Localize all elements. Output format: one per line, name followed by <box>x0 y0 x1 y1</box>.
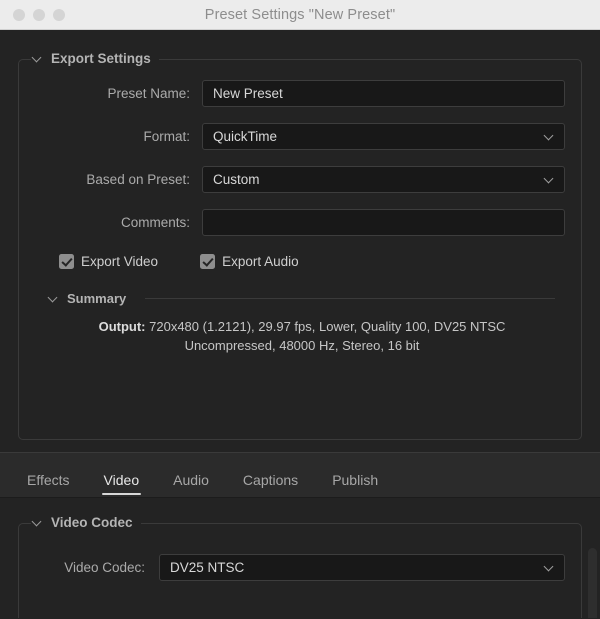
chevron-down-icon <box>545 175 553 183</box>
window-titlebar: Preset Settings "New Preset" <box>0 0 600 30</box>
tab-video[interactable]: Video <box>87 472 157 497</box>
based-on-preset-row: Based on Preset: Custom <box>33 166 567 193</box>
based-on-preset-value: Custom <box>213 172 260 187</box>
video-codec-group-header[interactable]: Video Codec <box>31 515 141 530</box>
based-on-preset-select[interactable]: Custom <box>202 166 565 193</box>
export-toggles-row: Export Video Export Audio <box>59 254 567 269</box>
format-row: Format: QuickTime <box>33 123 567 150</box>
summary-text: Output: 720x480 (1.2121), 29.97 fps, Low… <box>49 317 555 355</box>
checkmark-icon[interactable] <box>200 254 216 269</box>
summary-output-label: Output: <box>98 319 146 334</box>
chevron-down-icon[interactable] <box>33 54 42 63</box>
comments-row: Comments: <box>33 209 567 236</box>
video-tab-pane: Video Codec Video Codec: DV25 NTSC <box>0 498 600 618</box>
video-codec-row: Video Codec: DV25 NTSC <box>33 554 567 581</box>
summary-line-2: Uncompressed, 48000 Hz, Stereo, 16 bit <box>184 338 420 353</box>
traffic-light-group <box>13 8 65 21</box>
comments-input[interactable] <box>202 209 565 236</box>
tab-captions[interactable]: Captions <box>226 472 315 497</box>
export-settings-group-header[interactable]: Export Settings <box>31 51 159 66</box>
export-video-checkbox[interactable]: Export Video <box>59 254 158 269</box>
vertical-scrollbar[interactable] <box>588 548 597 618</box>
tab-publish[interactable]: Publish <box>315 472 395 497</box>
preset-name-value: New Preset <box>213 86 283 101</box>
minimize-button-icon[interactable] <box>33 8 45 21</box>
summary-header[interactable]: Summary <box>49 291 555 306</box>
video-codec-group: Video Codec Video Codec: DV25 NTSC <box>18 515 582 618</box>
video-codec-select[interactable]: DV25 NTSC <box>159 554 565 581</box>
preset-name-input[interactable]: New Preset <box>202 80 565 107</box>
based-on-preset-label: Based on Preset: <box>86 172 190 187</box>
chevron-down-icon <box>545 563 553 571</box>
chevron-down-icon[interactable] <box>49 294 58 303</box>
tab-audio-label: Audio <box>173 472 209 488</box>
export-video-label: Export Video <box>81 254 159 269</box>
checkmark-icon[interactable] <box>59 254 74 269</box>
settings-tabbar: Effects Video Audio Captions Publish <box>0 452 600 498</box>
video-codec-value: DV25 NTSC <box>170 560 245 575</box>
export-audio-checkbox[interactable]: Export Audio <box>200 254 299 269</box>
chevron-down-icon <box>545 132 553 140</box>
preset-settings-window: Preset Settings "New Preset" Export Sett… <box>0 0 600 619</box>
tab-video-label: Video <box>103 472 140 488</box>
summary-line-1: 720x480 (1.2121), 29.97 fps, Lower, Qual… <box>149 319 506 334</box>
tab-effects-label: Effects <box>27 472 70 488</box>
format-select[interactable]: QuickTime <box>202 123 565 150</box>
comments-label: Comments: <box>120 215 190 230</box>
export-audio-label: Export Audio <box>222 254 299 269</box>
export-settings-group: Export Settings Preset Name: New Preset … <box>18 51 582 440</box>
zoom-button-icon[interactable] <box>53 8 65 21</box>
summary-label: Summary <box>67 291 127 306</box>
format-value: QuickTime <box>213 129 278 144</box>
summary-section: Summary Output: 720x480 (1.2121), 29.97 … <box>49 291 555 355</box>
export-settings-group-label: Export Settings <box>51 51 151 66</box>
tab-effects[interactable]: Effects <box>10 472 87 497</box>
window-title: Preset Settings "New Preset" <box>204 6 396 23</box>
format-label: Format: <box>143 129 190 144</box>
video-codec-group-label: Video Codec <box>51 515 133 530</box>
export-settings-pane: Export Settings Preset Name: New Preset … <box>0 30 600 452</box>
preset-name-row: Preset Name: New Preset <box>33 80 567 107</box>
close-button-icon[interactable] <box>13 8 25 21</box>
tab-audio[interactable]: Audio <box>156 472 226 497</box>
tab-captions-label: Captions <box>242 472 299 488</box>
chevron-down-icon[interactable] <box>33 518 42 527</box>
summary-divider <box>145 298 555 299</box>
video-codec-label: Video Codec: <box>64 560 145 575</box>
tab-publish-label: Publish <box>332 472 379 488</box>
preset-name-label: Preset Name: <box>107 86 190 101</box>
